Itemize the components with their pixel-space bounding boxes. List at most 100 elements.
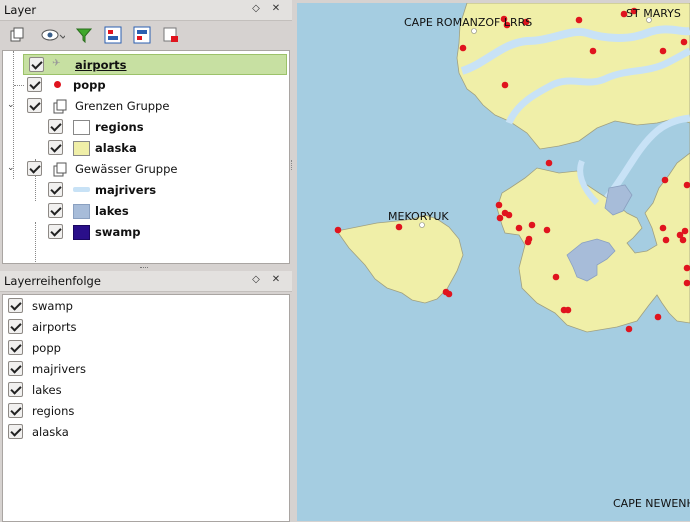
- settlement-point: [395, 223, 403, 231]
- order-item[interactable]: alaska: [3, 422, 287, 443]
- settlement-point: [679, 236, 687, 244]
- settlement-point: [501, 81, 509, 89]
- tree-line: [14, 85, 24, 86]
- map-canvas[interactable]: CAPE ROMANZOF LRRS ST MARYS MEKORYUK CAP…: [297, 3, 690, 521]
- layer-label: airports: [75, 58, 127, 72]
- layer-label: alaska: [95, 141, 137, 155]
- layer-row-swamp[interactable]: swamp: [3, 222, 287, 243]
- airport-marker: [471, 28, 477, 34]
- settlement-point: [681, 227, 689, 235]
- settlement-point: [545, 159, 553, 167]
- float-icon[interactable]: ◇: [250, 2, 262, 16]
- settlement-point: [459, 44, 467, 52]
- layer-label: popp: [73, 78, 106, 92]
- visibility-checkbox[interactable]: [8, 319, 23, 334]
- settlement-point: [445, 290, 453, 298]
- map-label-mekoryuk: MEKORYUK: [388, 210, 449, 223]
- order-item[interactable]: majrivers: [3, 359, 287, 380]
- order-item[interactable]: airports: [3, 317, 287, 338]
- visibility-checkbox[interactable]: [29, 57, 44, 72]
- layer-row-lakes[interactable]: lakes: [3, 201, 287, 222]
- order-item[interactable]: swamp: [3, 296, 287, 317]
- settlement-point: [505, 211, 513, 219]
- expand-all-icon[interactable]: [101, 24, 125, 46]
- order-item[interactable]: lakes: [3, 380, 287, 401]
- dock-resize-handle[interactable]: [291, 160, 295, 170]
- settlement-point: [495, 201, 503, 209]
- group-label: Grenzen Gruppe: [75, 99, 170, 113]
- settlement-point: [659, 224, 667, 232]
- layer-row-alaska[interactable]: alaska: [3, 138, 287, 159]
- order-item-label: majrivers: [32, 362, 86, 376]
- settlement-point: [528, 221, 536, 229]
- layer-label: lakes: [95, 204, 129, 218]
- close-icon[interactable]: ✕: [270, 273, 282, 287]
- visibility-checkbox[interactable]: [8, 340, 23, 355]
- visibility-checkbox[interactable]: [48, 182, 63, 197]
- visibility-checkbox[interactable]: [27, 77, 42, 92]
- settlement-point: [575, 16, 583, 24]
- visibility-checkbox[interactable]: [8, 424, 23, 439]
- order-item[interactable]: popp: [3, 338, 287, 359]
- layer-row-regions[interactable]: regions: [3, 117, 287, 138]
- visibility-checkbox[interactable]: [8, 298, 23, 313]
- visibility-checkbox[interactable]: [8, 382, 23, 397]
- line-symbol-icon: [73, 187, 90, 192]
- settlement-point: [496, 214, 504, 222]
- settlement-point: [625, 325, 633, 333]
- visibility-checkbox[interactable]: [27, 161, 42, 176]
- order-item[interactable]: regions: [3, 401, 287, 422]
- settlement-point: [654, 313, 662, 321]
- fill-symbol-icon: [73, 141, 90, 156]
- settlement-point: [552, 273, 560, 281]
- group-row-grenzen[interactable]: ⌄ Grenzen Gruppe: [3, 96, 287, 117]
- settlement-point: [589, 47, 597, 55]
- order-item-label: swamp: [32, 299, 73, 313]
- group-icon: [52, 162, 68, 177]
- order-item-label: airports: [32, 320, 77, 334]
- visibility-checkbox[interactable]: [48, 224, 63, 239]
- add-group-icon[interactable]: [5, 24, 29, 46]
- visibility-checkbox[interactable]: [48, 140, 63, 155]
- collapse-arrow-icon[interactable]: ⌄: [7, 163, 15, 173]
- order-item-label: lakes: [32, 383, 62, 397]
- visibility-checkbox[interactable]: [8, 403, 23, 418]
- settlement-point: [683, 264, 690, 272]
- order-panel-title: Layerreihenfolge: [4, 274, 101, 288]
- settlement-point: [543, 226, 551, 234]
- splitter-grip: [140, 267, 148, 268]
- visibility-checkbox[interactable]: [27, 98, 42, 113]
- point-symbol-icon: [54, 81, 61, 88]
- layer-panel-title: Layer: [4, 3, 37, 17]
- layer-label: regions: [95, 120, 144, 134]
- settlement-point: [661, 176, 669, 184]
- settlement-point: [334, 226, 342, 234]
- filter-icon[interactable]: [72, 24, 96, 46]
- collapse-all-icon[interactable]: [130, 24, 154, 46]
- collapse-arrow-icon[interactable]: ⌄: [7, 100, 15, 110]
- visibility-checkbox[interactable]: [48, 203, 63, 218]
- layer-row-popp[interactable]: popp: [3, 75, 287, 96]
- order-panel-header: Layerreihenfolge ◇ ✕: [0, 271, 292, 292]
- fill-symbol-icon: [73, 225, 90, 240]
- float-icon[interactable]: ◇: [250, 273, 262, 287]
- layer-row-airports[interactable]: ✈ airports: [23, 54, 287, 75]
- visibility-checkbox[interactable]: [48, 119, 63, 134]
- settlement-point: [564, 306, 572, 314]
- visibility-checkbox[interactable]: [8, 361, 23, 376]
- visibility-icon[interactable]: [39, 24, 67, 46]
- close-icon[interactable]: ✕: [270, 2, 282, 16]
- order-item-label: popp: [32, 341, 61, 355]
- fill-symbol-icon: [73, 120, 90, 135]
- lake: [604, 184, 633, 216]
- layer-row-majrivers[interactable]: majrivers: [3, 180, 287, 201]
- layer-label: majrivers: [95, 183, 157, 197]
- order-item-label: alaska: [32, 425, 69, 439]
- group-icon: [52, 99, 68, 114]
- map-label-cape-newenham: CAPE NEWENH: [613, 497, 690, 510]
- settlement-point: [683, 181, 690, 189]
- airport-symbol-icon: ✈: [52, 58, 61, 69]
- group-row-gewaesser[interactable]: ⌄ Gewässer Gruppe: [3, 159, 287, 180]
- group-label: Gewässer Gruppe: [75, 162, 178, 176]
- remove-layer-icon[interactable]: [159, 24, 183, 46]
